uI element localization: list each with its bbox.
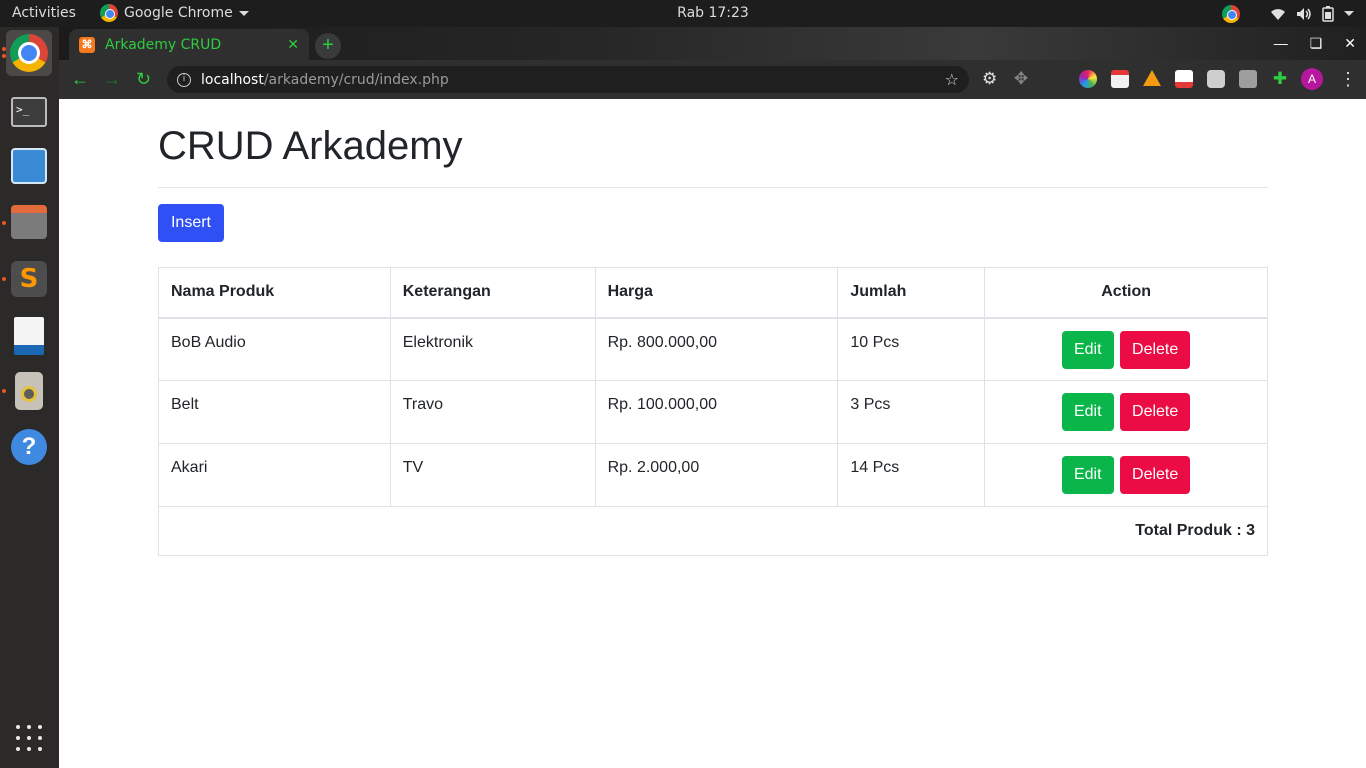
new-tab-button[interactable]: + [315, 33, 341, 59]
delete-button[interactable]: Delete [1120, 456, 1191, 494]
bookmark-star-icon[interactable]: ☆ [945, 70, 959, 89]
browser-frame: ⌘ Arkademy CRUD ✕ + — ❏ ✕ ← → ↻ i localh… [59, 27, 1366, 99]
page-title: CRUD Arkademy [158, 124, 463, 168]
running-indicator [2, 47, 6, 51]
table-row: BoB Audio Elektronik Rp. 800.000,00 10 P… [158, 317, 1268, 381]
show-applications-icon[interactable] [16, 725, 42, 751]
header-harga: Harga [594, 267, 839, 319]
insert-button[interactable]: Insert [158, 204, 224, 242]
document-extension-icon[interactable] [1175, 70, 1193, 88]
cell-price: Rp. 800.000,00 [594, 317, 839, 381]
system-tray[interactable] [1222, 0, 1366, 27]
dock-files[interactable] [6, 199, 52, 245]
page-viewport: CRUD Arkademy Insert Nama Produk Keteran… [59, 99, 1366, 768]
cell-price: Rp. 100.000,00 [594, 380, 839, 444]
tab-title: Arkademy CRUD [105, 36, 222, 53]
table-footer-row: Total Produk : 3 [158, 506, 1268, 556]
camera-extension-icon[interactable] [1207, 70, 1225, 88]
cell-price: Rp. 2.000,00 [594, 443, 839, 507]
running-indicator [2, 221, 6, 225]
cell-product-name: Belt [158, 380, 391, 444]
color-picker-extension-icon[interactable] [1079, 70, 1097, 88]
cell-quantity: 10 Pcs [837, 317, 986, 381]
calendar-extension-icon[interactable] [1111, 70, 1129, 88]
window-controls: — ❏ ✕ [1274, 35, 1356, 52]
delete-button[interactable]: Delete [1120, 393, 1191, 431]
running-indicator [2, 54, 6, 58]
cell-quantity: 3 Pcs [837, 380, 986, 444]
terminal-icon: >_ [11, 97, 47, 127]
sublime-text-icon: S [11, 261, 47, 297]
files-icon [11, 205, 47, 239]
profile-avatar[interactable]: A [1301, 68, 1323, 90]
running-indicator [2, 389, 6, 393]
dock-writer[interactable] [6, 313, 52, 359]
close-window-icon[interactable]: ✕ [1344, 35, 1356, 52]
tab-arkademy-crud[interactable]: ⌘ Arkademy CRUD ✕ [69, 29, 309, 60]
total-products: Total Produk : 3 [158, 506, 1268, 556]
header-jumlah: Jumlah [837, 267, 986, 319]
chrome-tray-icon[interactable] [1222, 4, 1240, 23]
cell-actions: Edit Delete [984, 317, 1268, 381]
header-keterangan: Keterangan [389, 267, 596, 319]
close-tab-icon[interactable]: ✕ [287, 36, 299, 53]
cell-product-name: BoB Audio [158, 317, 391, 381]
reload-icon[interactable]: ↻ [136, 69, 151, 89]
table-row: Akari TV Rp. 2.000,00 14 Pcs Edit Delete [158, 443, 1268, 507]
table-row: Belt Travo Rp. 100.000,00 3 Pcs Edit Del… [158, 380, 1268, 444]
speaker-icon [15, 372, 43, 410]
help-icon: ? [11, 429, 47, 465]
header-action: Action [984, 267, 1268, 319]
gear-icon[interactable]: ⚙ [982, 69, 997, 89]
system-menu-chevron-icon [1344, 11, 1354, 16]
edit-button[interactable]: Edit [1061, 393, 1114, 431]
move-icon[interactable]: ✥ [1014, 69, 1028, 89]
cell-actions: Edit Delete [984, 380, 1268, 444]
cell-quantity: 14 Pcs [837, 443, 986, 507]
writer-icon [14, 317, 44, 355]
back-arrow-icon[interactable]: ← [71, 69, 89, 89]
dock: >_ S ? [0, 27, 59, 768]
battery-icon [1322, 5, 1334, 22]
clock[interactable]: Rab 17:23 [0, 5, 1366, 21]
warning-extension-icon[interactable] [1143, 70, 1161, 86]
browser-toolbar: ← → ↻ i localhost/arkademy/crud/index.ph… [59, 60, 1366, 99]
forward-arrow-icon[interactable]: → [103, 69, 121, 89]
cell-description: TV [389, 443, 596, 507]
gnome-top-bar: Activities Google Chrome Rab 17:23 [0, 0, 1366, 27]
puzzle-extension-icon[interactable]: ✚ [1271, 70, 1289, 88]
screenshot-extension-icon[interactable] [1239, 70, 1257, 88]
running-indicator [2, 277, 6, 281]
cell-product-name: Akari [158, 443, 391, 507]
table-header-row: Nama Produk Keterangan Harga Jumlah Acti… [158, 267, 1268, 319]
url-host: localhost [201, 71, 264, 88]
products-table: Nama Produk Keterangan Harga Jumlah Acti… [158, 267, 1268, 556]
volume-icon [1297, 7, 1311, 20]
dock-terminal[interactable]: >_ [6, 89, 52, 135]
url-path: /arkademy/crud/index.php [263, 71, 449, 88]
dock-rhythmbox[interactable] [6, 368, 52, 414]
cell-actions: Edit Delete [984, 443, 1268, 507]
system-monitor-icon [11, 148, 47, 184]
more-menu-icon[interactable]: ⋮ [1339, 69, 1357, 89]
dock-system-monitor[interactable] [6, 143, 52, 189]
edit-button[interactable]: Edit [1061, 330, 1114, 369]
wifi-icon [1271, 8, 1285, 20]
minimize-icon[interactable]: — [1274, 35, 1288, 52]
header-nama-produk: Nama Produk [158, 267, 391, 319]
dock-help[interactable]: ? [6, 424, 52, 470]
info-icon[interactable]: i [177, 72, 191, 87]
dock-sublime-text[interactable]: S [6, 256, 52, 302]
address-bar[interactable]: i localhost/arkademy/crud/index.php ☆ [167, 66, 969, 93]
cell-description: Travo [389, 380, 596, 444]
dock-chrome[interactable] [6, 30, 52, 76]
chrome-icon [10, 34, 48, 72]
restore-icon[interactable]: ❏ [1310, 35, 1323, 52]
delete-button[interactable]: Delete [1120, 330, 1191, 369]
edit-button[interactable]: Edit [1061, 456, 1114, 494]
cell-description: Elektronik [389, 317, 596, 381]
divider [158, 187, 1268, 188]
xampp-icon: ⌘ [79, 36, 95, 53]
